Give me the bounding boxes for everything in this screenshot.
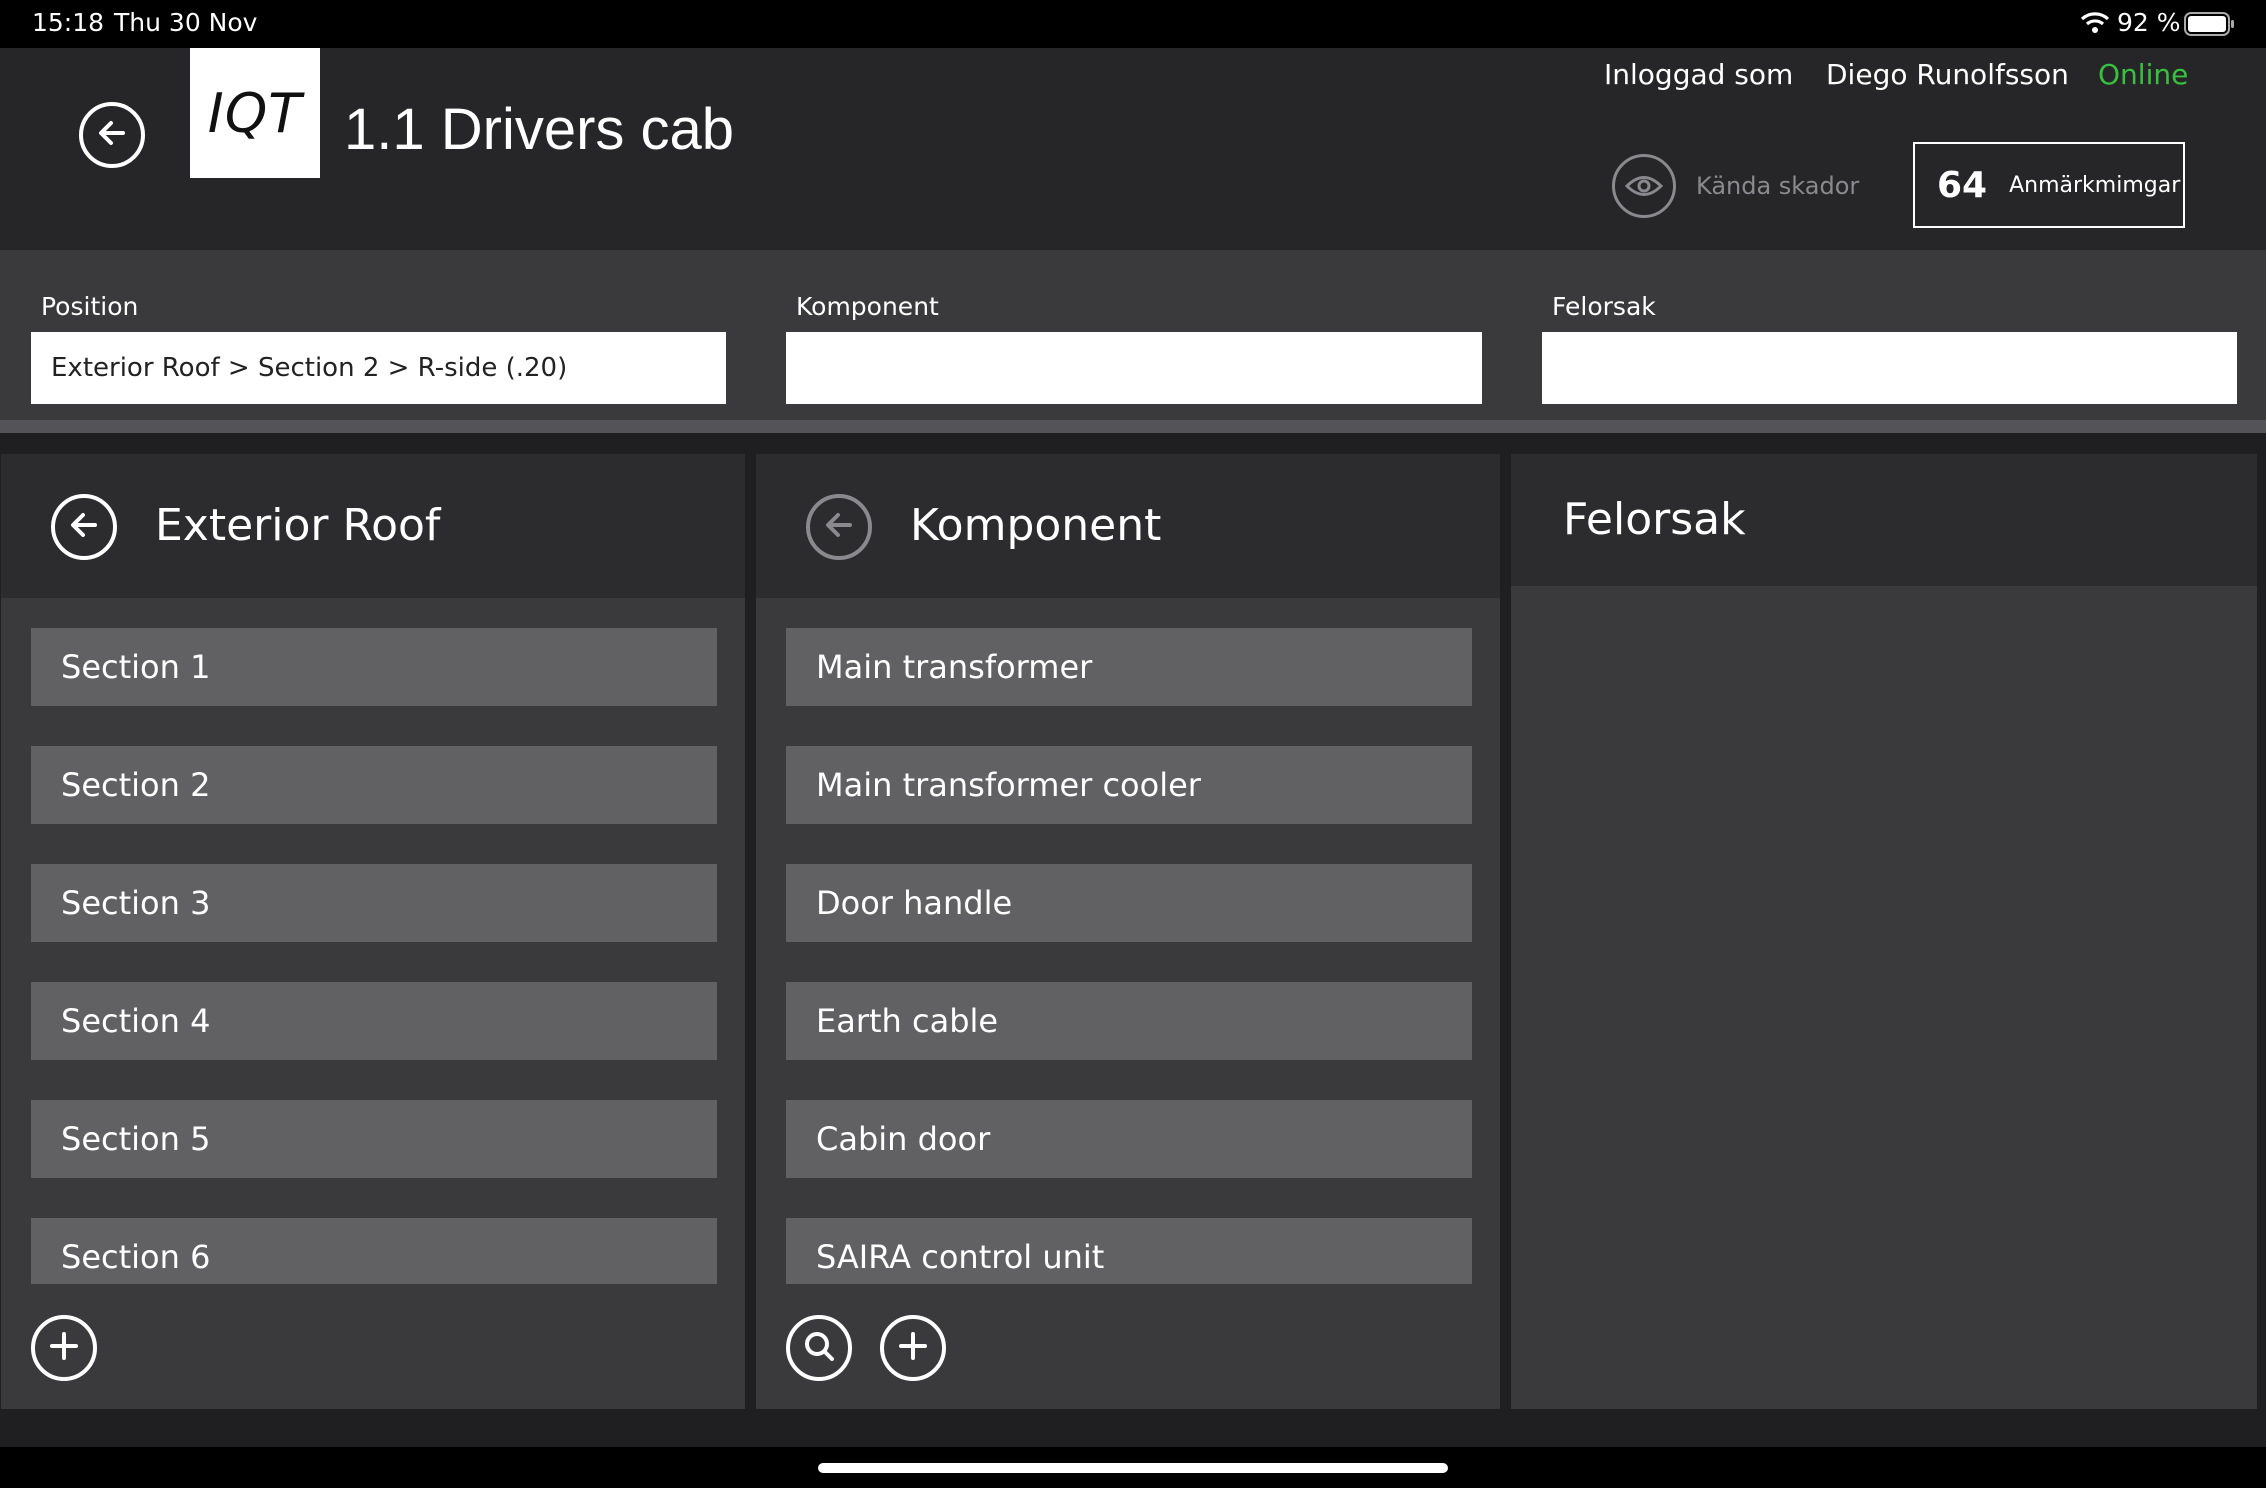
position-panel-title: Exterior Roof [155, 500, 441, 551]
arrow-left-icon [93, 114, 131, 156]
cause-panel: Felorsak [1511, 454, 2257, 1409]
divider [0, 420, 2266, 433]
component-panel: Komponent Main transformer Main transfor… [756, 454, 1500, 1409]
list-item[interactable]: Section 3 [31, 864, 717, 942]
cause-label: Felorsak [1552, 292, 1656, 321]
user-name: Diego Runolfsson [1826, 58, 2069, 91]
remarks-count: 64 [1937, 164, 1988, 206]
logo-text: IQT [207, 81, 303, 145]
position-panel-header: Exterior Roof [1, 454, 745, 598]
battery-percent: 92 % [2117, 8, 2181, 37]
component-label: Komponent [796, 292, 939, 321]
cause-panel-title: Felorsak [1563, 494, 1746, 545]
list-item[interactable]: Main transformer cooler [786, 746, 1472, 824]
app-logo: IQT [190, 48, 320, 178]
cause-field[interactable] [1542, 332, 2237, 404]
component-panel-header: Komponent [756, 454, 1500, 598]
position-label: Position [41, 292, 139, 321]
list-item[interactable]: Section 1 [31, 628, 717, 706]
list-item[interactable]: Cabin door [786, 1100, 1472, 1178]
known-damage-button[interactable]: Kända skador [1612, 154, 1859, 218]
back-button[interactable] [79, 102, 145, 168]
list-item[interactable]: Earth cable [786, 982, 1472, 1060]
eye-icon [1612, 154, 1676, 218]
page-title: 1.1 Drivers cab [344, 97, 735, 162]
component-back-button[interactable] [806, 494, 872, 560]
remarks-badge[interactable]: 64 Anmärkmimgar [1913, 142, 2185, 228]
list-item[interactable]: Section 5 [31, 1100, 717, 1178]
list-item[interactable]: Door handle [786, 864, 1472, 942]
add-position-button[interactable] [31, 1315, 97, 1381]
logged-in-label: Inloggad som [1604, 58, 1794, 91]
component-list[interactable]: Main transformer Main transformer cooler… [786, 628, 1476, 1338]
add-component-button[interactable] [880, 1315, 946, 1381]
bottom-strip [0, 1409, 2266, 1447]
status-time: 15:18 [32, 8, 105, 37]
arrow-left-icon [820, 506, 858, 548]
list-item[interactable]: Section 6 [31, 1218, 717, 1284]
cause-panel-header: Felorsak [1511, 454, 2257, 586]
home-indicator[interactable] [818, 1463, 1448, 1473]
component-panel-title: Komponent [910, 500, 1162, 551]
arrow-left-icon [65, 506, 103, 548]
list-item[interactable]: Section 2 [31, 746, 717, 824]
plus-icon [46, 1328, 82, 1368]
position-field[interactable]: Exterior Roof > Section 2 > R-side (.20) [31, 332, 726, 404]
wifi-icon [2080, 10, 2110, 38]
online-status: Online [2098, 58, 2189, 91]
search-icon [801, 1328, 837, 1368]
list-item[interactable]: SAIRA control unit [786, 1218, 1472, 1284]
remarks-label: Anmärkmimgar [2009, 172, 2181, 198]
component-field[interactable] [786, 332, 1482, 404]
position-list[interactable]: Section 1 Section 2 Section 3 Section 4 … [31, 628, 721, 1338]
status-date: Thu 30 Nov [114, 8, 258, 37]
battery-icon [2184, 12, 2236, 40]
known-damage-label: Kända skador [1696, 172, 1860, 200]
list-item[interactable]: Main transformer [786, 628, 1472, 706]
list-item[interactable]: Section 4 [31, 982, 717, 1060]
position-back-button[interactable] [51, 494, 117, 560]
plus-icon [895, 1328, 931, 1368]
search-component-button[interactable] [786, 1315, 852, 1381]
position-panel: Exterior Roof Section 1 Section 2 Sectio… [1, 454, 745, 1409]
status-bar: 15:18 Thu 30 Nov 92 % [0, 0, 2266, 48]
